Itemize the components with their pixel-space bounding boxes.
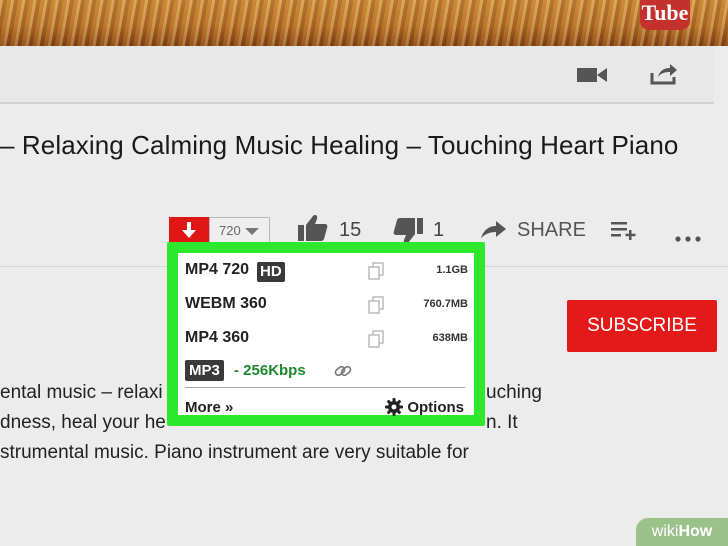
mp3-row[interactable]: MP3 - 256Kbps <box>185 357 468 385</box>
file-size: 760.7MB <box>423 298 468 310</box>
watermark-how: How <box>678 523 713 540</box>
download-arrow-icon <box>182 221 196 238</box>
format-label: WEBM 360 <box>185 295 267 312</box>
copy-icon[interactable] <box>368 296 384 319</box>
description-line-1a: ental music – relaxi <box>0 382 163 403</box>
download-button[interactable] <box>169 217 209 244</box>
copy-icon[interactable] <box>368 330 384 353</box>
more-dots-icon[interactable] <box>675 229 701 247</box>
like-count: 15 <box>339 219 362 241</box>
format-label: MP4 720 <box>185 261 250 278</box>
description-line-1b: uching <box>486 382 542 403</box>
options-button[interactable]: Options <box>385 398 464 416</box>
format-row[interactable]: MP4 360 638MB <box>185 325 468 353</box>
copy-icon[interactable] <box>368 262 384 285</box>
format-label: MP4 360 <box>185 329 250 346</box>
resolution-select[interactable]: 720 <box>209 217 270 244</box>
mp3-bitrate: - 256Kbps <box>234 362 306 379</box>
format-row[interactable]: WEBM 360 760.7MB <box>185 291 468 319</box>
gear-icon <box>385 398 404 416</box>
hd-badge: HD <box>257 262 285 282</box>
wikihow-watermark: wiki How <box>636 518 728 546</box>
format-row[interactable]: MP4 720 HD 1.1GB <box>185 257 468 285</box>
description-line-2a: dness, heal your he <box>0 412 166 433</box>
add-to-playlist-icon[interactable] <box>611 220 637 245</box>
subscribe-button[interactable]: SUBSCRIBE <box>567 300 717 352</box>
file-size: 1.1GB <box>436 264 468 276</box>
share-arrow-icon[interactable] <box>481 220 507 245</box>
description-line-3: strumental music. Piano instrument are v… <box>0 442 469 463</box>
more-link[interactable]: More » <box>185 399 233 416</box>
share-arrow-icon[interactable] <box>650 63 678 90</box>
watermark-wiki: wiki <box>651 523 679 540</box>
popup-divider <box>185 387 465 388</box>
player-toolbar <box>0 46 714 104</box>
share-button[interactable]: SHARE <box>517 219 586 242</box>
file-size: 638MB <box>432 332 468 344</box>
youtube-logo: Tube <box>640 0 690 30</box>
mp3-badge: MP3 <box>185 360 224 381</box>
video-player[interactable]: Tube <box>0 0 728 46</box>
dislike-count: 1 <box>433 219 445 241</box>
link-icon[interactable] <box>334 363 352 384</box>
options-label: Options <box>407 398 464 416</box>
video-title: – Relaxing Calming Music Healing – Touch… <box>0 130 679 160</box>
resolution-value: 720 <box>219 223 241 238</box>
download-options-popup: MP4 720 HD 1.1GB WEBM 360 760.7MB MP4 36… <box>167 242 485 426</box>
description-line-2b: n. It <box>486 412 518 433</box>
video-camera-icon[interactable] <box>577 66 607 89</box>
chevron-down-icon <box>245 228 259 235</box>
